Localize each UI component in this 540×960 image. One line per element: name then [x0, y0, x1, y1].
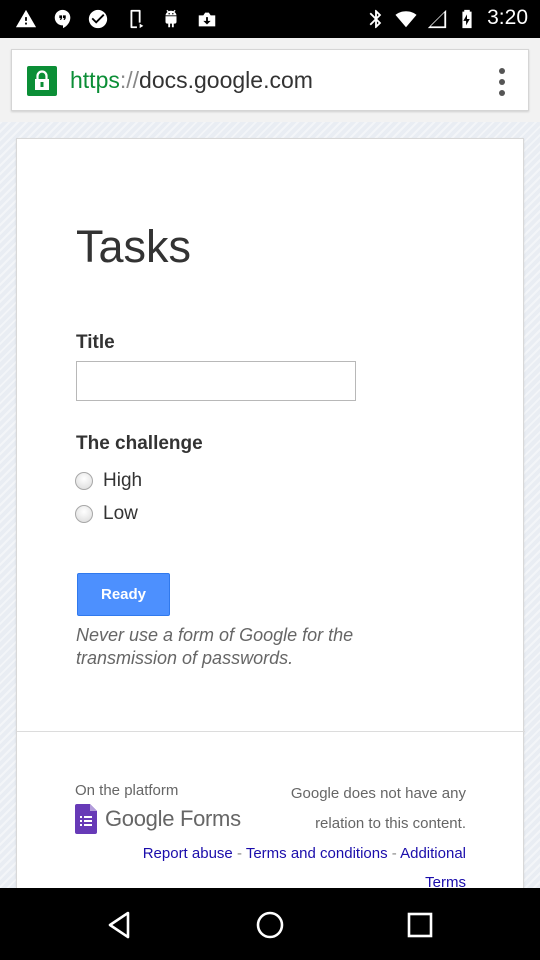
radio-button[interactable]: [75, 505, 93, 523]
challenge-field-label: The challenge: [76, 433, 203, 454]
google-forms-logo[interactable]: Google Forms: [75, 804, 241, 834]
radio-option-low[interactable]: Low: [75, 503, 138, 525]
form-card: Tasks Title The challenge High Low Ready…: [16, 138, 525, 898]
url-separator: ://: [119, 67, 140, 93]
link-separator: -: [236, 845, 242, 862]
recents-icon[interactable]: [403, 908, 437, 942]
platform-label: On the platform: [75, 782, 179, 799]
footer-links: Report abuse - Terms and conditions - Ad…: [143, 845, 466, 862]
disclaimer-line-2: relation to this content.: [315, 815, 466, 832]
forms-icon: [75, 804, 97, 834]
hangouts-icon: [51, 7, 75, 31]
disclaimer-line-1: Google does not have any: [290, 785, 466, 802]
link-separator: -: [391, 845, 397, 862]
report-abuse-link[interactable]: Report abuse: [143, 845, 233, 862]
radio-label[interactable]: High: [103, 470, 142, 492]
android-icon: [159, 7, 183, 31]
terms-link[interactable]: Terms and conditions: [246, 845, 388, 862]
back-icon[interactable]: [103, 908, 137, 942]
submit-button[interactable]: Ready: [77, 573, 170, 616]
wifi-icon: [394, 7, 418, 31]
url-text[interactable]: https://docs.google.com: [70, 67, 313, 94]
additional-terms-link[interactable]: Additional: [400, 845, 466, 862]
radio-option-high[interactable]: High: [75, 470, 142, 492]
url-host: docs.google.com: [139, 67, 313, 93]
radio-label[interactable]: Low: [103, 503, 138, 525]
navigation-bar: [0, 888, 540, 960]
clock: 3:20: [487, 6, 528, 29]
home-icon[interactable]: [253, 908, 287, 942]
overflow-menu-icon[interactable]: [498, 68, 506, 96]
bluetooth-icon: [364, 7, 388, 31]
lock-icon[interactable]: [27, 66, 57, 96]
title-input[interactable]: [76, 361, 356, 401]
signal-icon: [425, 7, 449, 31]
radio-button[interactable]: [75, 472, 93, 490]
password-warning: Never use a form of Google for the trans…: [76, 625, 354, 668]
title-field-label: Title: [76, 332, 115, 353]
download-box-icon: [195, 7, 219, 31]
page-background: Tasks Title The challenge High Low Ready…: [0, 122, 540, 898]
url-scheme: https: [70, 67, 120, 93]
battery-charging-icon: [455, 7, 479, 31]
divider: [17, 731, 525, 732]
phone-icon: [124, 7, 148, 31]
warning-icon: [14, 7, 38, 31]
browser-toolbar: https://docs.google.com: [0, 38, 540, 122]
form-title: Tasks: [76, 221, 192, 272]
address-bar[interactable]: https://docs.google.com: [11, 49, 529, 111]
check-circle-icon: [86, 7, 110, 31]
status-bar: 3:20: [0, 0, 540, 38]
brand-name: Google Forms: [105, 806, 241, 831]
